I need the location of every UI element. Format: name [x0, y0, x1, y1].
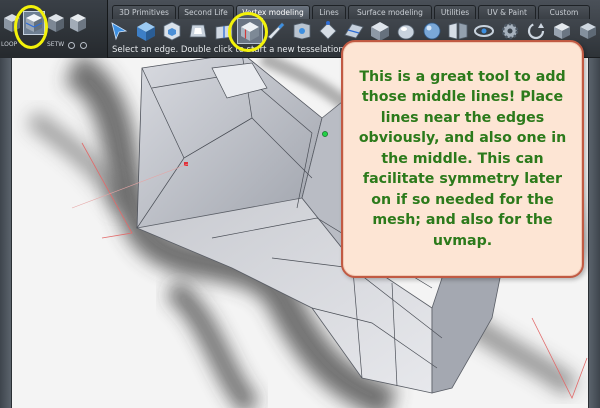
weld-icon[interactable] — [290, 19, 314, 43]
right-side-panel — [588, 58, 600, 408]
solid-cube-icon[interactable] — [68, 12, 88, 34]
loop-label: LOOP — [1, 41, 18, 48]
face-cube-icon[interactable] — [46, 12, 66, 34]
tab-uv-paint[interactable]: UV & Paint — [478, 5, 536, 19]
tab-second-life[interactable]: Second Life — [178, 5, 234, 19]
callout-text: This is a great tool to add those middle… — [358, 68, 567, 249]
left-side-panel — [0, 58, 12, 408]
tab-lines[interactable]: Lines — [312, 5, 346, 19]
status-hint: Select an edge. Double click to start a … — [112, 45, 344, 55]
extrude-icon[interactable] — [160, 19, 184, 43]
cube-end-icon[interactable] — [576, 19, 600, 43]
tab-custom[interactable]: Custom — [538, 5, 590, 19]
highlight-circle-tool — [228, 12, 268, 52]
ring-option-icon[interactable] — [80, 42, 87, 49]
tutorial-callout: This is a great tool to add those middle… — [341, 40, 584, 278]
ring-toggle-icon[interactable] — [68, 42, 75, 49]
tab-bar: 3D Primitives Second Life Vertex modelin… — [110, 5, 600, 19]
setw-label: SETW — [47, 41, 65, 48]
bevel-icon[interactable] — [186, 19, 210, 43]
vertex-icon[interactable] — [316, 19, 340, 43]
cube-blue-icon[interactable] — [134, 19, 158, 43]
tab-surface-modeling[interactable]: Surface modeling — [348, 5, 432, 19]
tab-3d-primitives[interactable]: 3D Primitives — [112, 5, 176, 19]
tab-utilities[interactable]: Utilities — [434, 5, 476, 19]
move-arrow-icon[interactable] — [108, 19, 132, 43]
highlight-circle-left — [14, 5, 48, 49]
